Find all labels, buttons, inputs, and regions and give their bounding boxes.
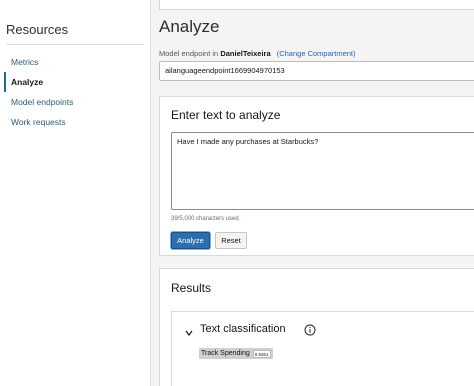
endpoint-compartment-line: Model endpoint in DanielTeixeira (Change…	[159, 49, 356, 58]
classification-label: Track Spending	[201, 350, 250, 357]
results-panel: Results Text classification Track Spendi…	[159, 268, 474, 386]
info-icon[interactable]	[304, 323, 316, 336]
sidebar-item-metrics[interactable]: Metrics	[4, 52, 144, 72]
classification-score: 0.9361	[252, 349, 271, 358]
sidebar-item-analyze[interactable]: Analyze	[4, 72, 144, 92]
main-content: Analyze Model endpoint in DanielTeixeira…	[150, 0, 474, 386]
change-compartment-link[interactable]: (Change Compartment)	[277, 49, 356, 58]
top-card-edge	[159, 0, 474, 10]
character-count: 39/5,000 characters used	[171, 216, 239, 222]
sidebar-list: Metrics Analyze Model endpoints Work req…	[4, 52, 144, 132]
sidebar-title: Resources	[6, 22, 69, 37]
enter-text-panel: Enter text to analyze Have I made any pu…	[159, 96, 474, 256]
text-classification-card: Text classification Track Spending 0.936…	[171, 311, 474, 386]
endpoint-prefix: Model endpoint in	[159, 49, 219, 58]
sidebar-item-work-requests[interactable]: Work requests	[4, 112, 144, 132]
enter-text-title: Enter text to analyze	[171, 108, 281, 122]
compartment-name: DanielTeixeira	[220, 49, 271, 58]
text-classification-title: Text classification	[200, 323, 286, 335]
resources-sidebar: Resources Metrics Analyze Model endpoint…	[0, 0, 150, 386]
text-input-area[interactable]: Have I made any purchases at Starbucks?	[171, 132, 474, 210]
analyze-button[interactable]: Analyze	[171, 232, 210, 249]
sidebar-divider	[6, 44, 144, 45]
model-endpoint-select[interactable]: ailanguageendpoint1669904970153	[159, 61, 474, 81]
page-title: Analyze	[159, 17, 220, 36]
results-title: Results	[171, 281, 212, 295]
chevron-down-icon[interactable]	[184, 325, 194, 336]
reset-button[interactable]: Reset	[215, 232, 247, 249]
classification-tag: Track Spending 0.9361	[199, 348, 273, 359]
sidebar-item-model-endpoints[interactable]: Model endpoints	[4, 92, 144, 112]
